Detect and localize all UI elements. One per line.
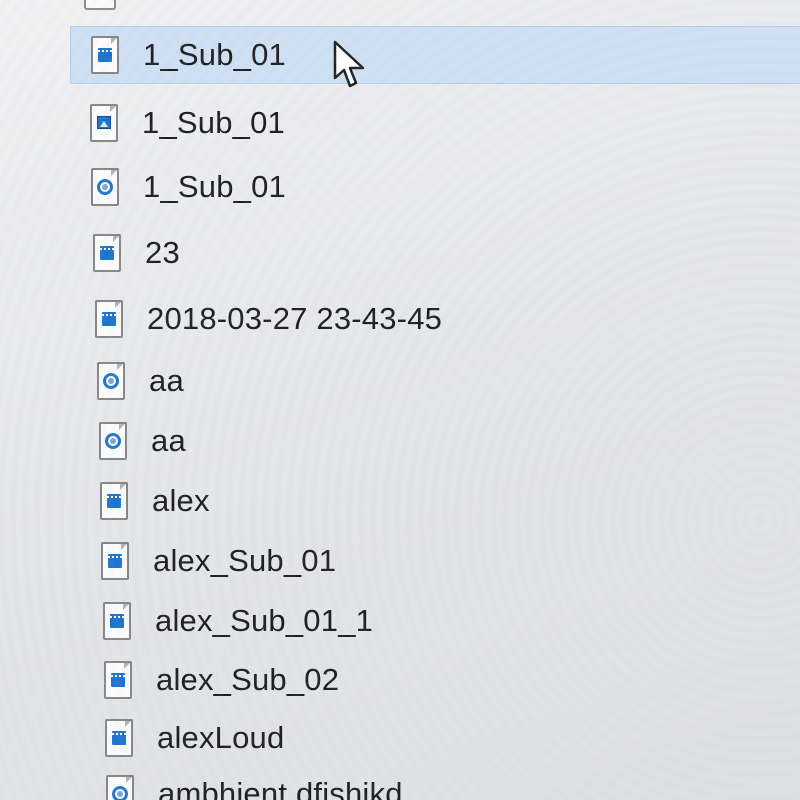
file-name: ambhient dfishikd (158, 776, 403, 800)
file-row[interactable]: 1_Sub_01 (90, 94, 790, 152)
video-file-icon (104, 661, 132, 699)
file-row[interactable]: 23 (93, 224, 793, 282)
image-file-icon (90, 104, 118, 142)
file-list: 1_Sub_01 1_Sub_01 1_Sub_01 23 2018-03-27… (0, 0, 800, 800)
file-row[interactable]: 1_Sub_01 (91, 158, 791, 216)
audio-file-icon (106, 775, 134, 800)
file-row[interactable]: 2018-03-27 23-43-45 (95, 290, 795, 348)
file-name: 1_Sub_01 (142, 105, 285, 140)
file-row[interactable]: alex_Sub_01_1 (103, 592, 800, 650)
file-name: alexLoud (157, 720, 285, 755)
file-name: 1_Sub_01 (143, 169, 286, 204)
file-row[interactable]: aa (97, 352, 797, 410)
file-name: 1_Sub_01 (143, 37, 286, 72)
file-name: alex_Sub_01 (153, 543, 337, 578)
partial-file-icon (84, 0, 116, 10)
file-row[interactable]: 1_Sub_01 (70, 26, 800, 84)
file-name: 23 (145, 235, 180, 270)
file-explorer-screen: 1_Sub_01 1_Sub_01 1_Sub_01 23 2018-03-27… (0, 0, 800, 800)
video-file-icon (105, 719, 133, 757)
file-name: alex_Sub_01_1 (155, 603, 374, 638)
audio-file-icon (97, 362, 125, 400)
audio-file-icon (91, 168, 119, 206)
file-name: alex_Sub_02 (156, 662, 340, 697)
file-name: aa (151, 423, 186, 458)
video-file-icon (101, 542, 129, 580)
file-row[interactable]: alexLoud (105, 709, 800, 767)
file-row[interactable]: alex (100, 472, 800, 530)
video-file-icon (91, 36, 119, 74)
file-row[interactable]: alex_Sub_01 (101, 532, 800, 590)
file-row[interactable]: ambhient dfishikd (106, 765, 800, 800)
video-file-icon (100, 482, 128, 520)
file-name: alex (152, 483, 210, 518)
video-file-icon (103, 602, 131, 640)
mouse-pointer-icon (333, 40, 365, 88)
video-file-icon (93, 234, 121, 272)
file-name: 2018-03-27 23-43-45 (147, 301, 443, 336)
audio-file-icon (99, 422, 127, 460)
video-file-icon (95, 300, 123, 338)
file-row[interactable]: alex_Sub_02 (104, 651, 800, 709)
file-row[interactable]: aa (99, 412, 799, 470)
file-name: aa (149, 363, 184, 398)
